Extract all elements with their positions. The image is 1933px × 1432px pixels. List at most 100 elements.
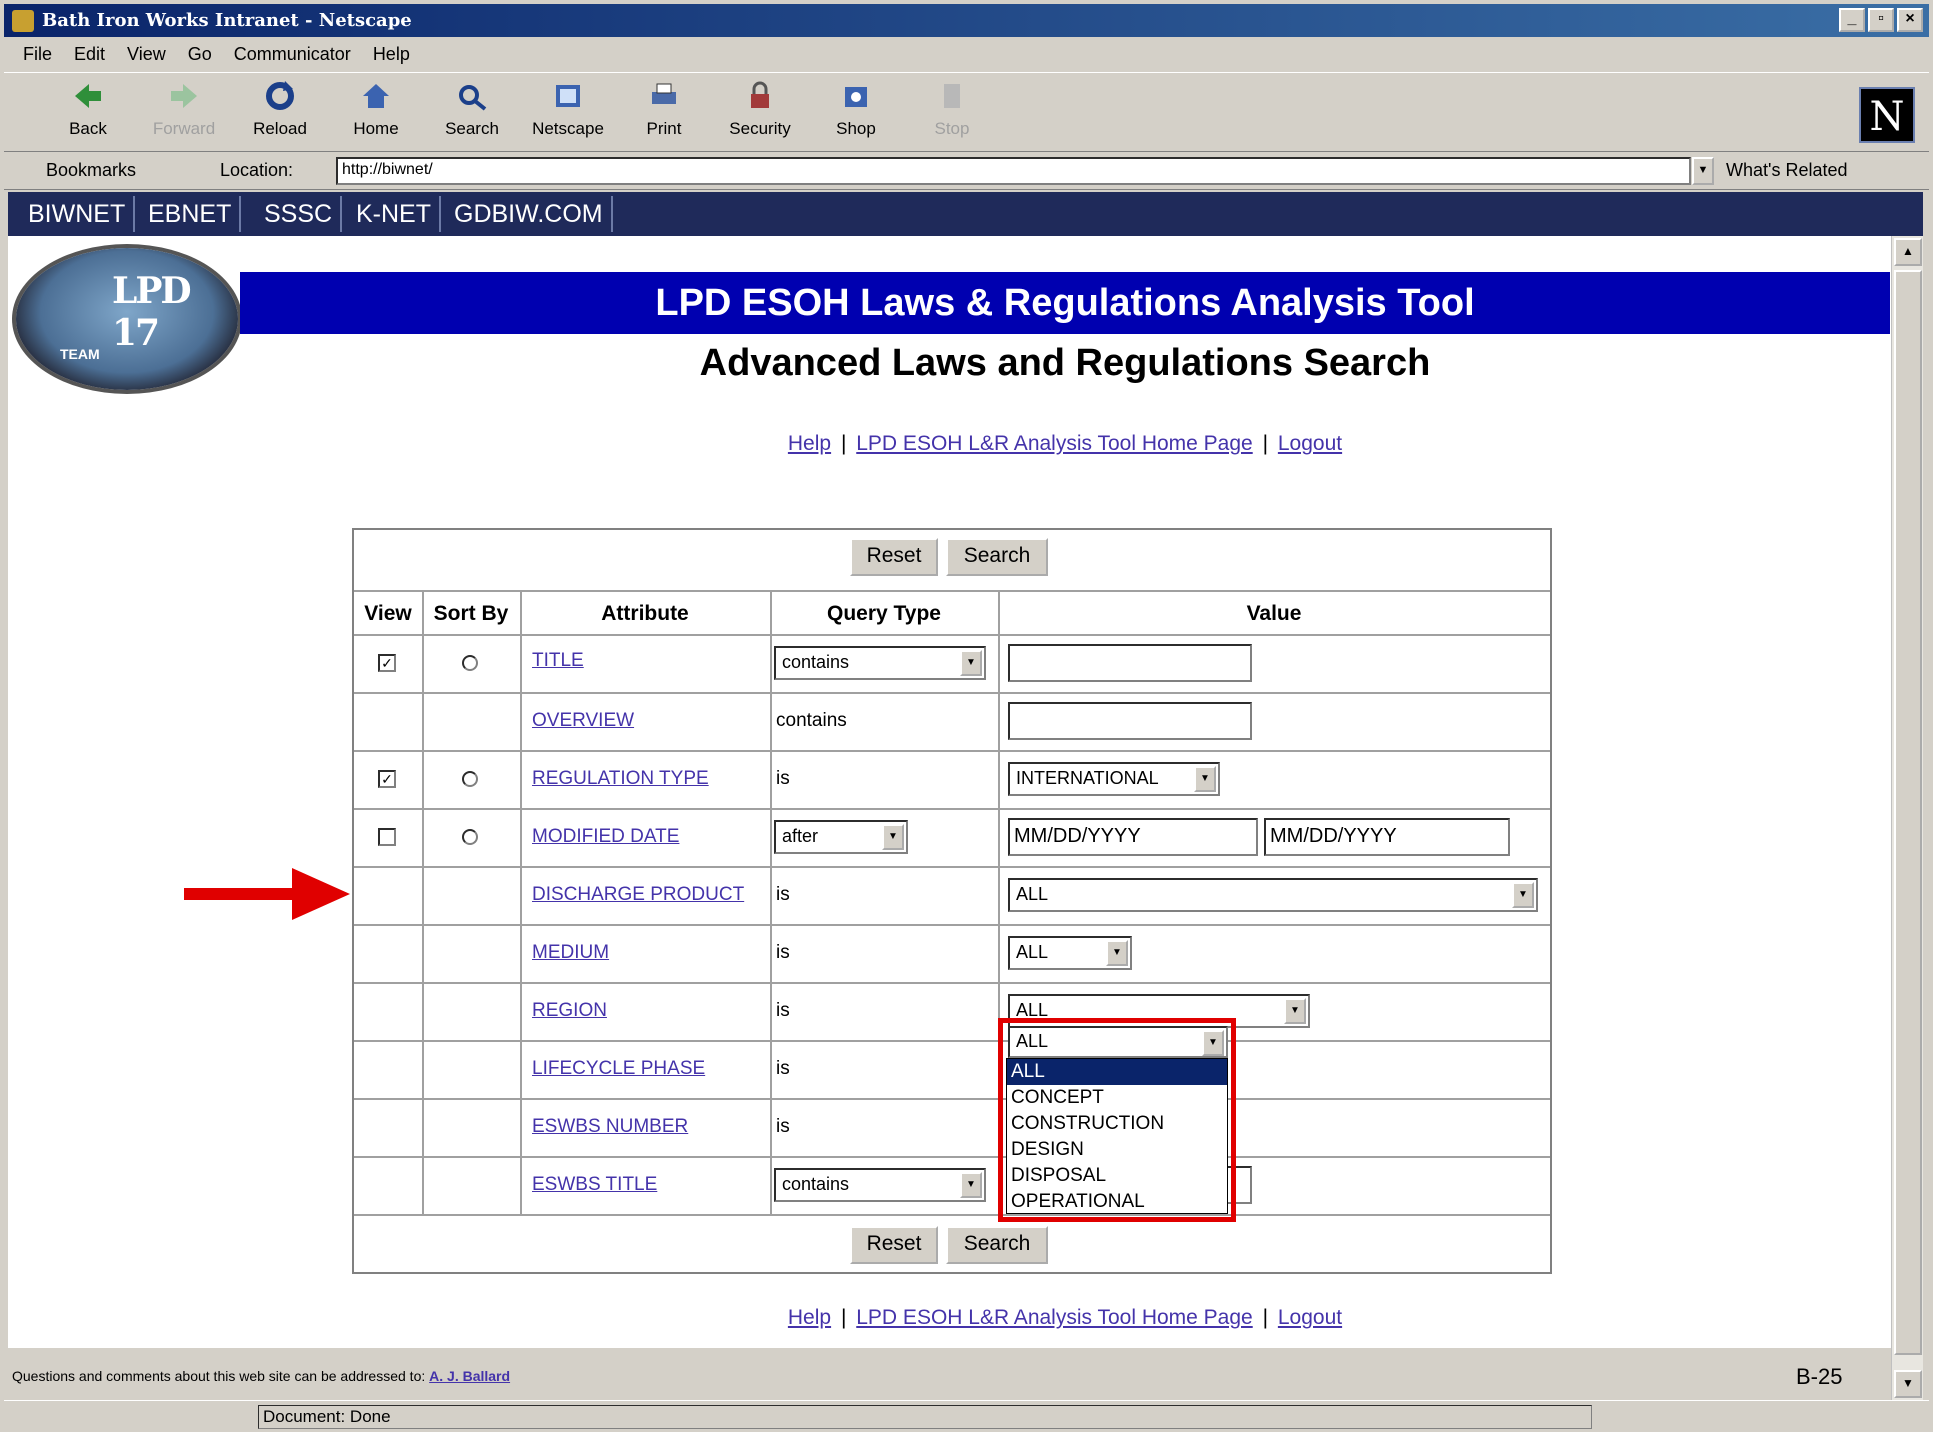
lpd17-logo: LPD 17 TEAM (16, 248, 238, 390)
url-field[interactable]: http://biwnet/ (336, 157, 1691, 185)
menu-go[interactable]: Go (179, 44, 221, 65)
view-checkbox-regulation-type[interactable]: ✓ (378, 770, 396, 788)
back-icon (75, 84, 101, 108)
query-discharge-product: is (776, 884, 790, 905)
print-icon (652, 83, 676, 104)
chevron-down-icon: ▼ (1194, 766, 1216, 792)
value-select-medium[interactable]: ALL ▼ (1008, 936, 1132, 970)
query-medium: is (776, 942, 790, 963)
view-checkbox-title[interactable]: ✓ (378, 654, 396, 672)
minimize-button[interactable]: _ (1839, 8, 1865, 32)
help-link-bottom[interactable]: Help (788, 1306, 831, 1329)
link-separator: | (840, 432, 847, 455)
view-checkbox-modified-date[interactable] (378, 828, 396, 846)
date-from-input[interactable]: MM/DD/YYYY (1008, 818, 1258, 856)
nav-sssc[interactable]: SSSC (256, 196, 343, 232)
query-title-value: contains (782, 652, 850, 672)
attr-title-link[interactable]: TITLE (532, 650, 584, 672)
stop-label: Stop (934, 119, 970, 138)
scroll-up-icon[interactable]: ▲ (1894, 238, 1922, 266)
bookmarks-button[interactable]: Bookmarks (46, 160, 136, 181)
help-link[interactable]: Help (788, 432, 831, 455)
value-select-discharge-product[interactable]: ALL ▼ (1008, 878, 1538, 912)
search-button-top[interactable]: Search (946, 538, 1048, 576)
header-query-type: Query Type (827, 602, 941, 625)
regulation-type-value: INTERNATIONAL (1016, 768, 1159, 788)
nav-biwnet[interactable]: BIWNET (20, 196, 136, 232)
attr-discharge-product-link[interactable]: DISCHARGE PRODUCT (532, 884, 744, 906)
nav-gdbiw[interactable]: GDBIW.COM (446, 196, 613, 232)
intranet-nav: BIWNET EBNET SSSC K-NET GDBIW.COM (8, 192, 1923, 236)
security-label: Security (729, 119, 791, 138)
print-button[interactable]: Print (624, 79, 704, 139)
attr-region-link[interactable]: REGION (532, 1000, 607, 1022)
page-banner: LPD ESOH Laws & Regulations Analysis Too… (240, 272, 1890, 334)
url-dropdown-icon[interactable]: ▼ (1692, 157, 1714, 185)
security-button[interactable]: Security (720, 79, 800, 139)
logout-link[interactable]: Logout (1278, 432, 1342, 455)
chevron-down-icon: ▼ (882, 824, 904, 850)
attr-eswbs-number-link[interactable]: ESWBS NUMBER (532, 1116, 688, 1138)
search-button-bottom[interactable]: Search (946, 1226, 1048, 1264)
search-button[interactable]: Search (432, 79, 512, 139)
value-input-overview[interactable] (1008, 702, 1252, 740)
menu-file[interactable]: File (14, 44, 61, 65)
print-label: Print (646, 119, 682, 138)
query-select-title[interactable]: contains ▼ (774, 646, 986, 680)
netscape-logo[interactable]: N (1859, 87, 1915, 143)
red-arrow-icon (184, 868, 350, 920)
sort-radio-modified-date[interactable] (462, 829, 478, 845)
scroll-down-icon[interactable]: ▼ (1894, 1370, 1922, 1398)
back-button[interactable]: Back (48, 79, 128, 139)
nav-ebnet[interactable]: EBNET (140, 196, 242, 232)
stop-button[interactable]: Stop (912, 79, 992, 139)
menu-bar: File Edit View Go Communicator Help (4, 38, 419, 70)
sort-radio-regulation-type[interactable] (462, 771, 478, 787)
close-button[interactable]: × (1897, 8, 1923, 32)
header-value: Value (1246, 602, 1302, 625)
attr-lifecycle-phase-link[interactable]: LIFECYCLE PHASE (532, 1058, 705, 1080)
shop-label: Shop (836, 119, 876, 138)
location-label: Location: (220, 160, 294, 180)
page-label: B-25 (1796, 1364, 1843, 1389)
attr-eswbs-title-link[interactable]: ESWBS TITLE (532, 1174, 657, 1196)
reload-button[interactable]: Reload (240, 79, 320, 139)
query-overview: contains (776, 710, 847, 731)
query-select-modified-date[interactable]: after ▼ (774, 820, 908, 854)
chevron-down-icon: ▼ (1512, 882, 1534, 908)
lock-icon (751, 81, 769, 108)
logo-subtext: TEAM (60, 346, 100, 362)
attr-overview-link[interactable]: OVERVIEW (532, 710, 634, 732)
home-button[interactable]: Home (336, 79, 416, 139)
date-to-input[interactable]: MM/DD/YYYY (1264, 818, 1510, 856)
nav-knet[interactable]: K-NET (348, 196, 441, 232)
whats-related-button[interactable]: What's Related (1726, 160, 1848, 181)
reset-button-bottom[interactable]: Reset (850, 1226, 938, 1264)
menu-communicator[interactable]: Communicator (225, 44, 360, 65)
reset-button-top[interactable]: Reset (850, 538, 938, 576)
scroll-thumb[interactable] (1894, 270, 1922, 1355)
maximize-button[interactable]: ▫ (1868, 8, 1894, 32)
attr-medium-link[interactable]: MEDIUM (532, 942, 609, 964)
vertical-scrollbar[interactable]: ▲ ▼ (1891, 236, 1923, 1400)
netscape-icon (556, 85, 580, 107)
menu-help[interactable]: Help (364, 44, 419, 65)
contact-link[interactable]: A. J. Ballard (429, 1368, 510, 1384)
query-select-eswbs-title[interactable]: contains ▼ (774, 1168, 986, 1202)
logout-link-bottom[interactable]: Logout (1278, 1306, 1342, 1329)
attr-modified-date-link[interactable]: MODIFIED DATE (532, 826, 679, 848)
attr-regulation-type-link[interactable]: REGULATION TYPE (532, 768, 709, 790)
value-input-title[interactable] (1008, 644, 1252, 682)
shop-button[interactable]: Shop (816, 79, 896, 139)
home-page-link[interactable]: LPD ESOH L&R Analysis Tool Home Page (856, 432, 1252, 455)
region-value: ALL (1016, 1000, 1049, 1020)
home-label: Home (353, 119, 399, 138)
menu-view[interactable]: View (118, 44, 175, 65)
header-attribute: Attribute (601, 602, 689, 625)
value-select-regulation-type[interactable]: INTERNATIONAL ▼ (1008, 762, 1220, 796)
home-page-link-bottom[interactable]: LPD ESOH L&R Analysis Tool Home Page (856, 1306, 1252, 1329)
menu-edit[interactable]: Edit (65, 44, 114, 65)
sort-radio-title[interactable] (462, 655, 478, 671)
forward-button[interactable]: Forward (144, 79, 224, 139)
netscape-button[interactable]: Netscape (528, 79, 608, 139)
